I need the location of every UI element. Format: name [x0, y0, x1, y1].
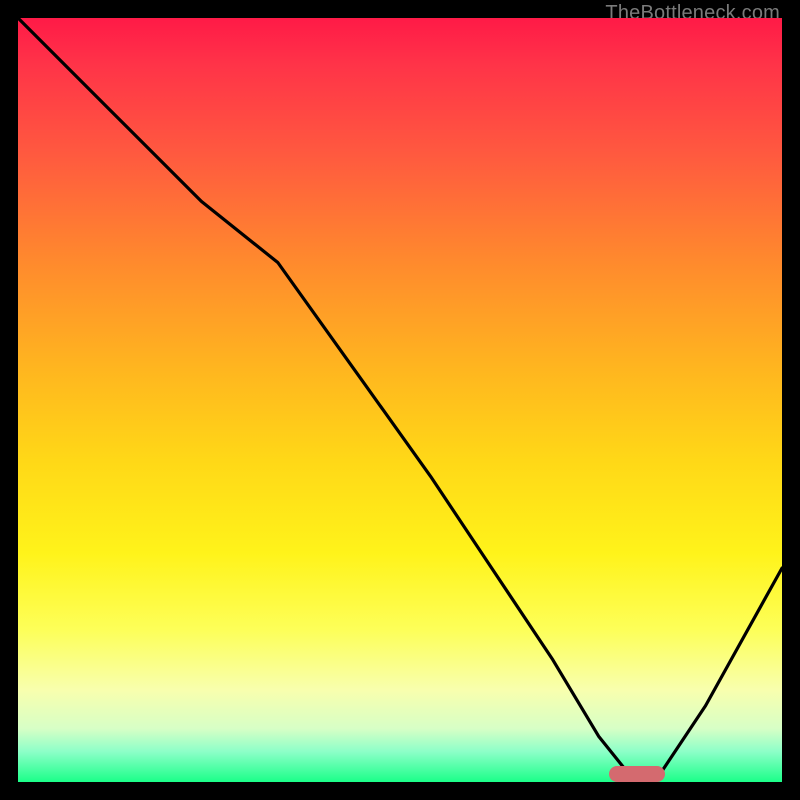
chart-frame: TheBottleneck.com: [0, 0, 800, 800]
bottleneck-curve: [18, 18, 782, 774]
optimal-marker: [609, 766, 665, 782]
curve-layer: [18, 18, 782, 782]
plot-area: [18, 18, 782, 782]
